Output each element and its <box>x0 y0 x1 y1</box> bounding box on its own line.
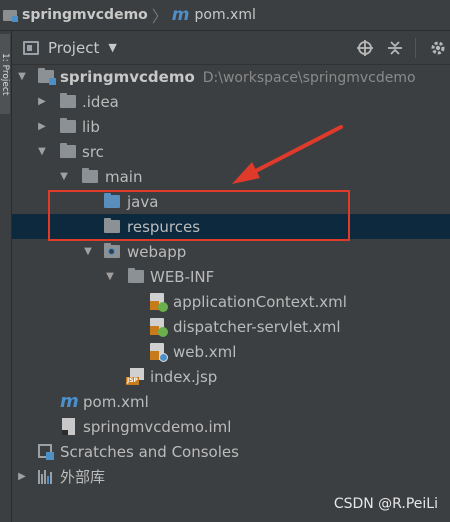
watermark: CSDN @R.PeiLi <box>333 496 438 512</box>
annotation-arrow-icon <box>232 125 343 184</box>
